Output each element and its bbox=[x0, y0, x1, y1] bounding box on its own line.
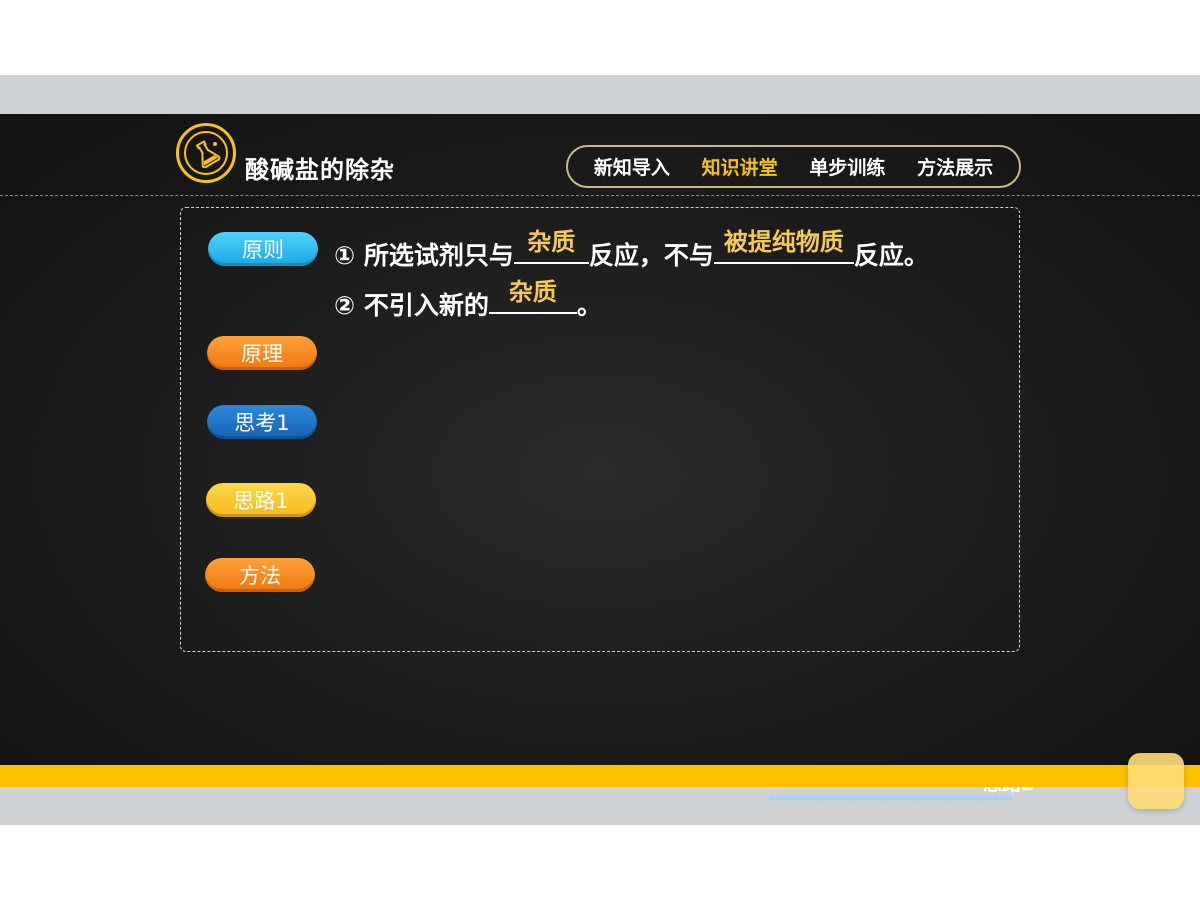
nav-tab-intro[interactable]: 新知导入 bbox=[594, 153, 670, 180]
nav-tab-lecture[interactable]: 知识讲堂 bbox=[702, 153, 778, 180]
line2-prefix: ② 不引入新的 bbox=[334, 291, 489, 320]
page-title: 酸碱盐的除杂 bbox=[245, 156, 395, 184]
principle-button[interactable]: 原则 bbox=[208, 232, 318, 266]
line1-middle: 反应，不与 bbox=[588, 241, 714, 270]
principle-line-2: ② 不引入新的 杂质。 bbox=[334, 278, 602, 322]
blank-1: 杂质 bbox=[513, 228, 589, 264]
line1-suffix: 反应。 bbox=[853, 241, 929, 270]
line1-prefix: ① 所选试剂只与 bbox=[334, 241, 514, 270]
slide-frame: 酸碱盐的除杂 新知导入 知识讲堂 单步训练 方法展示 原则 原理 思考1 思路1… bbox=[0, 75, 1200, 825]
floating-action-button[interactable] bbox=[1128, 753, 1184, 809]
answer-3: 杂质 bbox=[508, 278, 557, 306]
flask-logo-icon bbox=[176, 123, 236, 183]
blank-2: 被提纯物质 bbox=[713, 228, 854, 264]
footer-accent-bar bbox=[0, 765, 1200, 787]
blank-3: 杂质 bbox=[488, 278, 577, 314]
line2-suffix: 。 bbox=[576, 291, 602, 320]
principle-line-1: ① 所选试剂只与 杂质 反应，不与 被提纯物质 反应。 bbox=[334, 228, 929, 272]
think1-button[interactable]: 思考1 bbox=[207, 405, 317, 439]
header-divider bbox=[0, 195, 1200, 196]
idea1-button[interactable]: 思路1 bbox=[206, 483, 316, 517]
answer-1: 杂质 bbox=[527, 228, 576, 256]
nav-tab-training[interactable]: 单步训练 bbox=[809, 153, 885, 180]
answer-2: 被提纯物质 bbox=[723, 228, 844, 256]
method-button[interactable]: 方法 bbox=[205, 558, 315, 592]
nav-tab-methods[interactable]: 方法展示 bbox=[917, 153, 993, 180]
chalkboard: 酸碱盐的除杂 新知导入 知识讲堂 单步训练 方法展示 原则 原理 思考1 思路1… bbox=[0, 114, 1200, 806]
top-nav: 新知导入 知识讲堂 单步训练 方法展示 bbox=[566, 145, 1021, 188]
content-panel: 原则 原理 思考1 思路1 方法 ① 所选试剂只与 杂质 反应，不与 被提纯物质 反应。… bbox=[180, 207, 1020, 652]
chevron-arrows-icon: »»»»»»»»»»»»»»»»»»»»»»»»»»»»»»»»»»»»»» bbox=[768, 791, 1013, 806]
theory-button[interactable]: 原理 bbox=[207, 336, 317, 370]
